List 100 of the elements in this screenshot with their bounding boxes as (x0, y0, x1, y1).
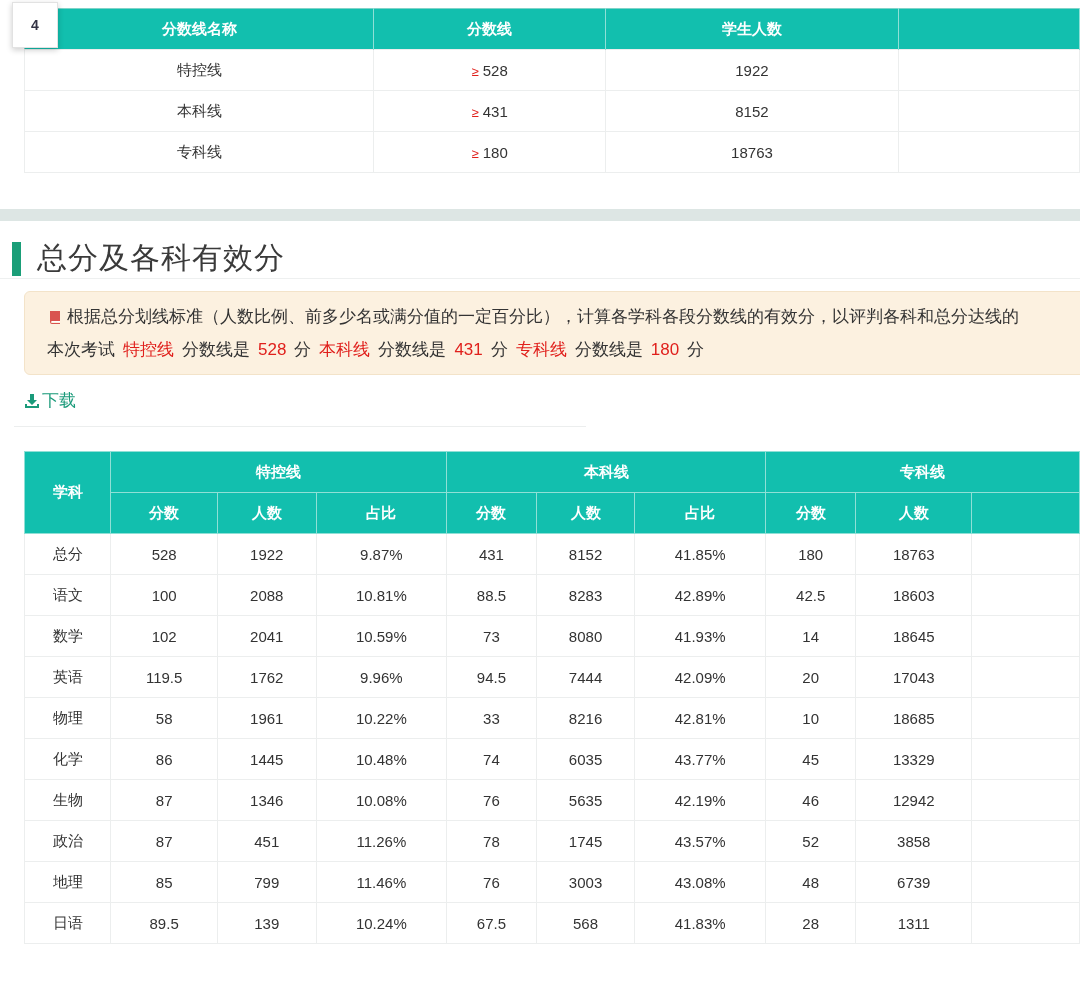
table-cell: 8152 (605, 90, 899, 132)
table-cell: 18685 (855, 697, 972, 739)
table-cell: 58 (110, 697, 218, 739)
table-cell: 7444 (536, 656, 635, 698)
table-cell: 2088 (217, 574, 317, 616)
table-cell: 12942 (855, 779, 972, 821)
table-cell: 日语 (24, 902, 111, 944)
cutoff-name: 特控线 (123, 339, 174, 361)
table-cell: 87 (110, 820, 218, 862)
column-header: 人数 (855, 492, 972, 534)
table-cell: 41.85% (634, 533, 766, 575)
table-cell: 42.81% (634, 697, 766, 739)
table-cell: 生物 (24, 779, 111, 821)
summary-label: 分数线是 (574, 339, 643, 361)
table-cell: 1311 (855, 902, 972, 944)
table-cell: 8216 (536, 697, 635, 739)
table-cell: 总分 (24, 533, 111, 575)
table-cell: 78 (446, 820, 537, 862)
download-icon (24, 392, 40, 409)
table-cell: 特控线 (24, 49, 374, 91)
table-cell: 89.5 (110, 902, 218, 944)
score-value: 180 (482, 143, 508, 161)
summary-label: 分数线是 (182, 339, 250, 361)
table-cell: 43.08% (634, 861, 766, 903)
table-cell: 18763 (605, 131, 899, 173)
table-cell: 528 (110, 533, 218, 575)
unit-label: 分 (490, 339, 508, 361)
table-cell: 86 (110, 738, 218, 780)
table-cell: 8152 (536, 533, 635, 575)
table-cell: 102 (110, 615, 218, 657)
table-cell: 46 (765, 779, 856, 821)
table-cell: 14 (765, 615, 856, 657)
heading-accent-bar (12, 241, 21, 276)
table-cell: 1961 (217, 697, 317, 739)
section-title: 总分及各科有效分 (37, 240, 285, 276)
column-header: 分数 (765, 492, 856, 534)
table-cell: 48 (765, 861, 856, 903)
page-number-badge[interactable]: 4 (12, 2, 58, 48)
table-cell: 1745 (536, 820, 635, 862)
table-cell: 87 (110, 779, 218, 821)
table-cell: 5635 (536, 779, 635, 821)
table-cell: 799 (217, 861, 317, 903)
table-cell: 政治 (24, 820, 111, 862)
table-cell: 67.5 (446, 902, 537, 944)
table-cell: 语文 (24, 574, 111, 616)
table-cell: 1922 (217, 533, 317, 575)
table-cell: 物理 (24, 697, 111, 739)
table-cell: 28 (765, 902, 856, 944)
table-cell: 431 (446, 533, 537, 575)
download-link[interactable]: 下载 (24, 389, 76, 412)
cutoff-score: 180 (650, 339, 680, 360)
table-cell: 45 (765, 738, 856, 780)
table-cell: 3003 (536, 861, 635, 903)
greater-equal-sign: ≥ (471, 63, 479, 79)
column-header: 占比 (316, 492, 447, 534)
cutoff-score: 528 (258, 339, 287, 360)
table-cell: 6035 (536, 738, 635, 780)
table-cell: 10.48% (316, 738, 447, 780)
unit-label: 分 (294, 339, 312, 361)
table-cell: 41.93% (634, 615, 766, 657)
table-cell: 20 (765, 656, 856, 698)
column-header: 学科 (24, 451, 111, 534)
group-header: 特控线 (110, 451, 447, 493)
greater-equal-sign: ≥ (471, 104, 479, 120)
table-cell: 英语 (24, 656, 111, 698)
table-cell: 88.5 (446, 574, 537, 616)
summary-label: 分数线是 (378, 339, 447, 361)
column-header: 分数 (446, 492, 537, 534)
cutoff-name: 专科线 (515, 339, 567, 361)
table-cell: 568 (536, 902, 635, 944)
table-cell: 76 (446, 779, 537, 821)
table-cell: 6739 (855, 861, 972, 903)
table-cell: 52 (765, 820, 856, 862)
group-header: 本科线 (446, 451, 766, 493)
table-cell: 139 (217, 902, 317, 944)
unit-label: 分 (687, 339, 705, 361)
column-header: 分数 (110, 492, 218, 534)
table-cell: 10.81% (316, 574, 447, 616)
notice-text: 根据总分划线标准（人数比例、前多少名或满分值的一定百分比），计算各学科各段分数线的有效分，以评判各科和总分达线的 (67, 306, 1019, 328)
table-cell: 1922 (605, 49, 899, 91)
table-cell: 119.5 (110, 656, 218, 698)
table-cell: 73 (446, 615, 537, 657)
column-header: 人数 (217, 492, 317, 534)
table-cell: 10.08% (316, 779, 447, 821)
column-header: 人数 (536, 492, 635, 534)
cutoff-score: 431 (454, 339, 483, 360)
table-cell: 42.09% (634, 656, 766, 698)
cutoff-name: 本科线 (319, 339, 371, 361)
table-cell: 1346 (217, 779, 317, 821)
table-cell: 100 (110, 574, 218, 616)
table-cell: 180 (765, 533, 856, 575)
table-cell: 74 (446, 738, 537, 780)
column-header: 学生人数 (605, 8, 899, 50)
table-cell: 85 (110, 861, 218, 903)
table-cell: 10.59% (316, 615, 447, 657)
table-cell: 8283 (536, 574, 635, 616)
column-header: 占比 (634, 492, 766, 534)
table-cell: 18645 (855, 615, 972, 657)
table-cell: 数学 (24, 615, 111, 657)
table-cell: 10 (765, 697, 856, 739)
